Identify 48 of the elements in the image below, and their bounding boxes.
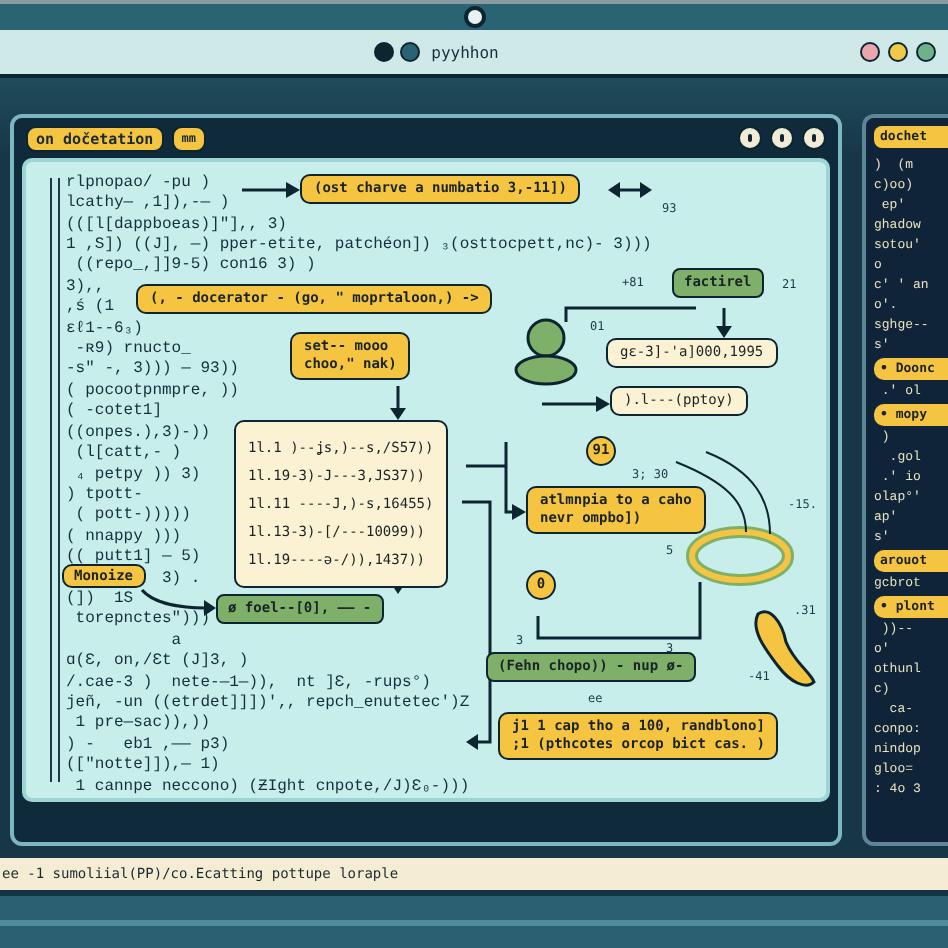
blob-drawing [514,318,578,386]
connector-arrow [390,385,406,420]
code-line: (]) 1S [66,589,134,610]
connector-arrow [542,395,610,412]
connector-line [466,464,506,468]
window-title: pyyhhon [431,43,499,61]
code-line: ) tpott- [66,485,143,506]
code-line: ( pott-))))) [73,506,191,528]
connector-line [564,306,696,322]
code-line: 3),, [66,277,105,298]
code-line: ɑ(Ɛ, on,/Ɛt (J]3, ) [66,652,249,674]
dot-icon [373,42,394,62]
code-line: lcathy— ,1]),-— ) [66,194,230,216]
code-line: -s" -, 3))) — 93)) [66,360,239,382]
code-line: rlpnopao/ -pu ) [66,173,211,194]
code-line: ( pocootpnmpre, )) [66,381,239,402]
code-line: (([l[dappboeas)]"],, 3) [66,215,287,236]
connector-arrow [504,441,526,520]
code-line: ( nnappy ))) [66,527,182,548]
code-line: 3) . [162,569,201,590]
code-line: ,ś (1 [66,298,115,320]
code-line: (( putt1] — 5) [66,548,201,568]
connector-arrow [608,181,652,198]
code-line: -ʀ9) rnucto_ [73,340,191,360]
close-button[interactable] [860,42,880,62]
code-line: 1 cannpe neccono) (ƵIght cnpote,/J)Ɛ₀-))) [73,777,470,798]
code-line: 1 ,S]) ((J], —) pper-etite, patchéon]) ₃(osttocpett,nc)- 3))) [66,236,652,256]
panel-button[interactable] [738,126,762,151]
maximize-button[interactable] [916,42,936,62]
code-line: 1 pre—sac)),)) [73,714,211,736]
code-line: jeñ, -un ((etrdet]]])'‚, repch_enutetec')Z [66,693,470,714]
code-line: a [170,631,182,653]
code-line: ) - eb1 ,—— p3) [66,735,230,756]
code-line: torepnctes"))) [73,610,211,632]
minimize-button[interactable] [888,42,908,62]
code-line: (["notte]]),— 1) [66,756,220,778]
connector-arrow [716,307,732,338]
code-line: ɛℓ1--6₃) [66,319,143,340]
panel-button[interactable] [802,126,826,151]
code-line: ((onpes.),3)-)) [66,423,211,444]
panel-button[interactable] [770,126,794,151]
code-line: ((repo_,]]9-5) con16 3) ) [73,256,316,278]
code-line: ( -cotet1] [66,402,163,424]
dot-icon [399,42,420,62]
code-line: /.cae-3 ) nete-—1—)), nt ]Ɛ, -rups°) [66,673,431,694]
code-line: (l[catt,- ) [73,444,182,465]
code-line: ₄ petpy )) 3) [73,465,201,486]
connector-arrow [242,181,300,198]
